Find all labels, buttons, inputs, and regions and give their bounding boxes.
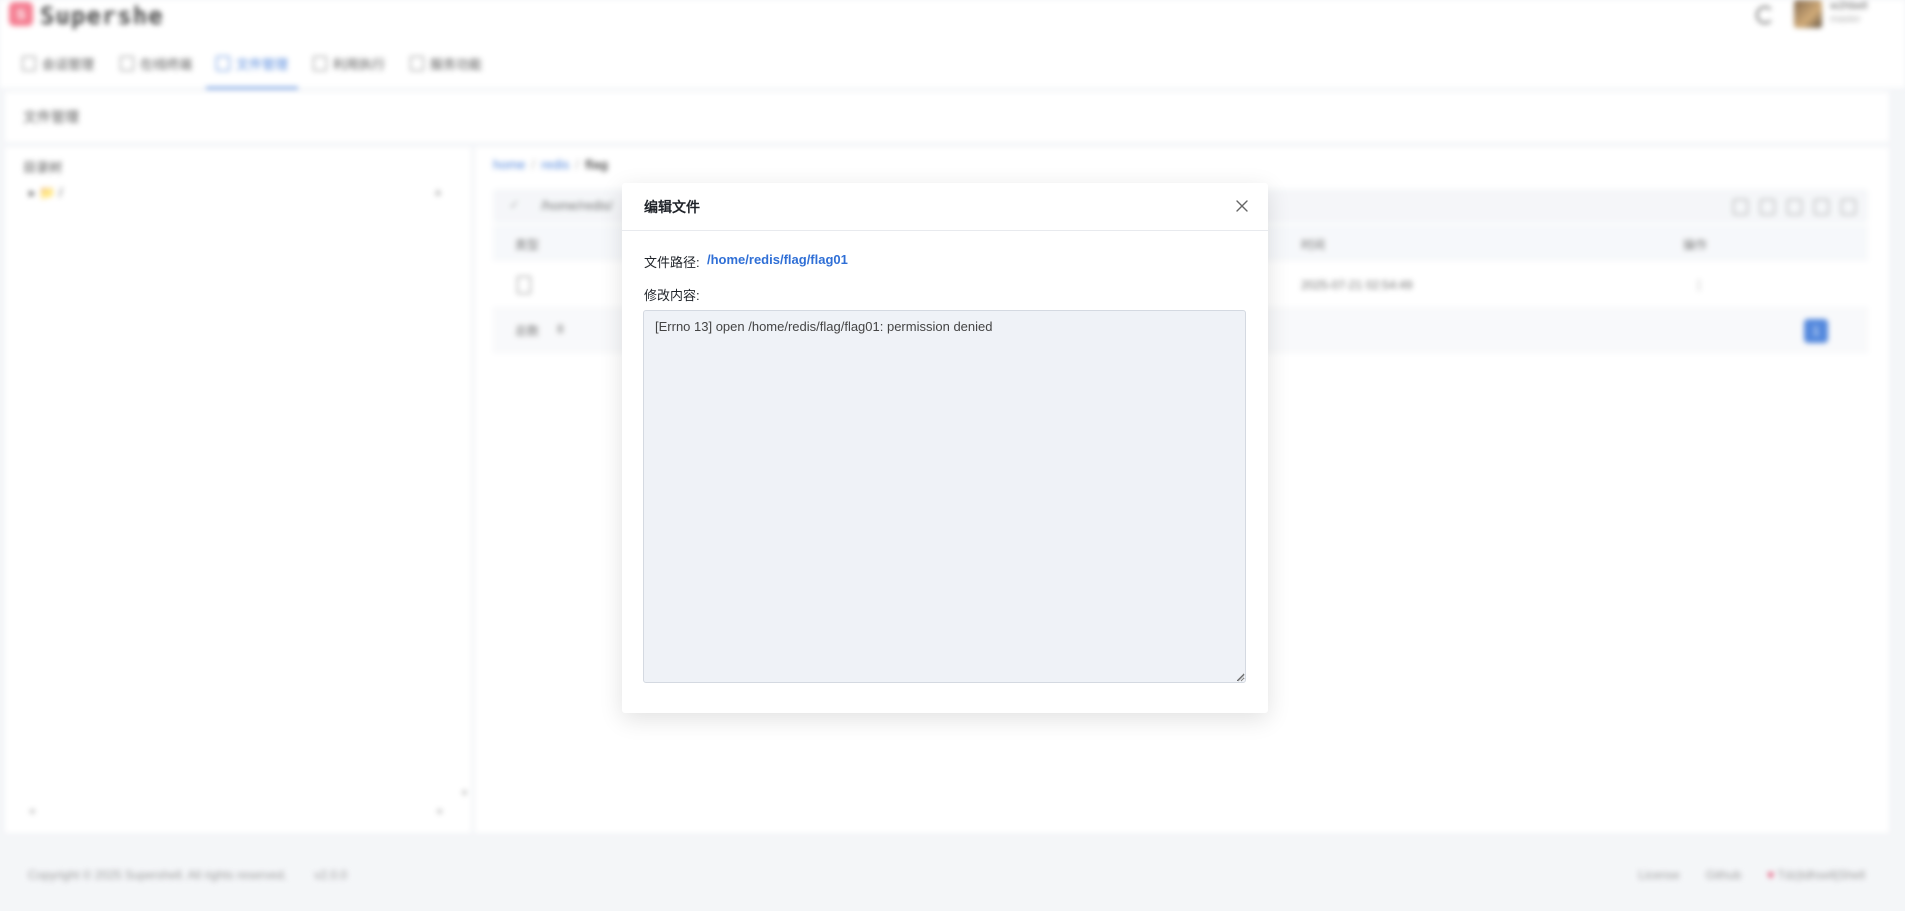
close-icon (1236, 200, 1248, 212)
file-path-value: /home/redis/flag/flag01 (707, 252, 848, 267)
resize-handle-icon[interactable] (1236, 673, 1245, 682)
close-button[interactable] (1230, 194, 1254, 218)
edit-file-dialog: 编辑文件 文件路径: /home/redis/flag/flag01 修改内容:… (622, 183, 1268, 713)
file-content-editor[interactable]: [Errno 13] open /home/redis/flag/flag01:… (643, 310, 1246, 683)
content-label: 修改内容: (644, 288, 700, 303)
dialog-header: 编辑文件 (622, 183, 1268, 231)
dialog-title: 编辑文件 (644, 199, 700, 215)
file-path-label: 文件路径: (644, 255, 700, 270)
